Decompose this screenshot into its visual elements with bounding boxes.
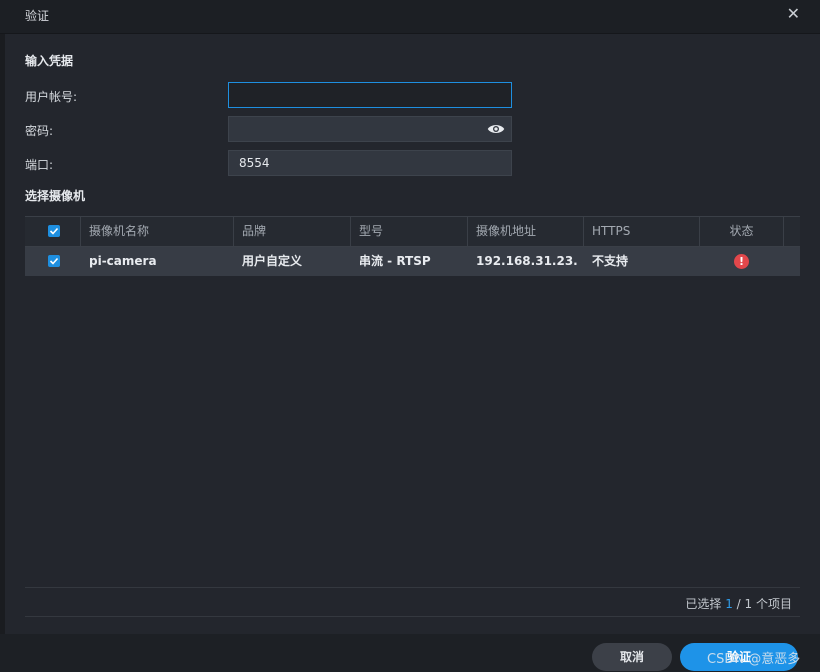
left-edge (0, 34, 5, 634)
divider (25, 587, 800, 588)
camera-grid: 摄像机名称 品牌 型号 摄像机地址 HTTPS 状态 pi-camera 用户自… (25, 216, 800, 276)
cameras-section-title: 选择摄像机 (25, 189, 86, 203)
credentials-section-title: 输入凭据 (25, 54, 74, 68)
error-icon[interactable]: ! (734, 254, 749, 269)
column-header-https[interactable]: HTTPS (584, 217, 700, 246)
header-select-all-cell (25, 217, 81, 246)
row-checkbox-cell (25, 247, 81, 276)
port-label: 端口: (25, 158, 54, 172)
eye-icon[interactable] (487, 122, 505, 136)
select-all-checkbox[interactable] (48, 225, 60, 237)
dialog-title: 验证 (25, 9, 50, 23)
username-label: 用户帐号: (25, 90, 78, 104)
selection-prefix: 已选择 (685, 597, 722, 611)
column-header-brand[interactable]: 品牌 (234, 217, 351, 246)
row-checkbox[interactable] (48, 255, 60, 267)
cancel-button[interactable]: 取消 (592, 643, 672, 671)
watermark: CSDN @意恶多 (707, 652, 801, 667)
username-input[interactable] (228, 82, 512, 108)
close-icon[interactable]: ✕ (787, 5, 800, 23)
grid-header: 摄像机名称 品牌 型号 摄像机地址 HTTPS 状态 (25, 216, 800, 247)
column-header-address[interactable]: 摄像机地址 (468, 217, 584, 246)
divider (25, 616, 800, 617)
password-input[interactable] (228, 116, 512, 142)
selected-count: 1 (725, 597, 733, 611)
password-label: 密码: (25, 124, 54, 138)
camera-model: 串流 - RTSP (359, 254, 431, 268)
column-header-model[interactable]: 型号 (351, 217, 468, 246)
camera-name: pi-camera (89, 254, 157, 268)
column-header-status[interactable]: 状态 (700, 217, 784, 246)
selection-count: 已选择 1 / 1 个项目 (685, 595, 792, 612)
camera-https: 不支持 (592, 254, 629, 268)
table-row[interactable]: pi-camera 用户自定义 串流 - RTSP 192.168.31.23.… (25, 247, 800, 276)
column-header-name[interactable]: 摄像机名称 (81, 217, 234, 246)
dialog-titlebar: 验证 ✕ (0, 0, 820, 34)
selection-separator: / (736, 597, 741, 611)
camera-brand: 用户自定义 (242, 254, 303, 268)
total-count: 1 个项目 (744, 597, 792, 611)
camera-address: 192.168.31.23... (476, 254, 578, 268)
port-input[interactable]: 8554 (228, 150, 512, 176)
